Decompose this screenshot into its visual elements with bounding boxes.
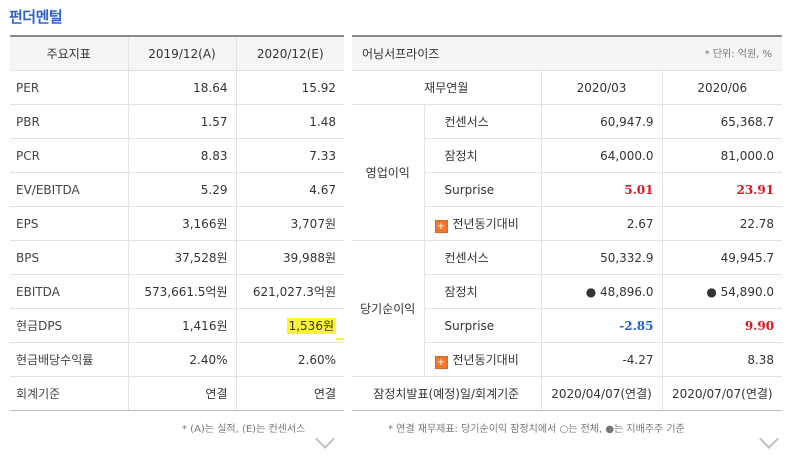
- surprise-value-2: 9.90: [662, 308, 783, 343]
- value-estimate: 7.33: [236, 138, 344, 173]
- table-row: EPS 3,166원 3,707원: [10, 206, 344, 241]
- value-estimate: 621,027.3억원: [236, 274, 344, 309]
- earnings-surprise-table: 어닝서프라이즈 * 단위: 억원, % 재무연월 2020/03 2020/06…: [352, 35, 783, 411]
- header-2019: 2019/12(A): [128, 36, 237, 71]
- value-actual: 1.57: [128, 104, 237, 139]
- group-net-income: 당기순이익: [352, 240, 425, 377]
- header-indicator: 주요지표: [10, 36, 129, 71]
- row-label: 전년동기대비: [452, 216, 519, 231]
- value-1: -4.27: [541, 342, 663, 377]
- table-row: 현금DPS 1,416원 1,536원: [10, 308, 345, 343]
- value-2: 81,000.0: [662, 138, 783, 173]
- release-date-2: 2020/07/07(연결): [662, 376, 783, 411]
- table-row: BPS 37,528원 39,988원: [10, 240, 344, 275]
- yoy-cell: + 전년동기대비: [424, 342, 542, 377]
- row-label: EPS: [10, 206, 129, 241]
- row-label: PBR: [10, 104, 129, 139]
- release-label: 잠정치발표(예정)일/회계기준: [352, 376, 542, 411]
- row-label: 컨센서스: [424, 104, 542, 139]
- plus-box-icon[interactable]: +: [434, 219, 448, 233]
- value-estimate: 3,707원: [236, 206, 344, 241]
- row-label: 회계기준: [10, 376, 129, 411]
- release-date-1: 2020/04/07(연결): [541, 376, 663, 411]
- period-2: 2020/06: [662, 70, 783, 105]
- row-label: Surprise: [424, 172, 542, 207]
- table-row: PCR 8.83 7.33: [10, 138, 344, 173]
- value-1: 50,332.9: [541, 240, 663, 275]
- row-label: 현금DPS: [10, 308, 129, 343]
- unit-note: * 단위: 억원, %: [704, 49, 773, 60]
- value-estimate: 15.92: [236, 70, 344, 105]
- value-actual: 8.83: [128, 138, 237, 173]
- value-actual: 5.29: [128, 172, 237, 207]
- value-actual: 573,661.5억원: [128, 274, 237, 309]
- section-title: 펀더멘털: [9, 8, 63, 26]
- table-row: 영업이익 컨센서스 60,947.9 65,368.7: [352, 104, 783, 241]
- table-row: EV/EBITDA 5.29 4.67: [10, 172, 344, 207]
- chevron-down-icon[interactable]: [759, 429, 779, 449]
- value-1: 64,000.0: [541, 138, 663, 173]
- period-1: 2020/03: [541, 70, 663, 105]
- earnings-header: 어닝서프라이즈 * 단위: 억원, %: [352, 36, 783, 71]
- row-label: Surprise: [424, 308, 542, 343]
- table-row: 당기순이익 컨센서스 50,332.9 49,945.7: [352, 240, 783, 377]
- row-label: BPS: [10, 240, 129, 275]
- table-row: 현금배당수익률 2.40% 2.60%: [10, 342, 344, 377]
- value-estimate: 39,988원: [236, 240, 344, 275]
- row-label: PER: [10, 70, 129, 105]
- fundamentals-table: 주요지표 2019/12(A) 2020/12(E) PER 18.64 15.92…: [10, 35, 345, 411]
- value-actual: 3,166원: [128, 206, 237, 241]
- col-label: 재무연월: [352, 70, 542, 105]
- table-row: PER 18.64 15.92: [10, 70, 344, 105]
- row-label: EBITDA: [10, 274, 129, 309]
- table-row: EBITDA 573,661.5억원 621,027.3억원: [10, 274, 344, 309]
- value-2: 49,945.7: [662, 240, 783, 275]
- row-label: 컨센서스: [424, 240, 542, 275]
- value-estimate: 1,536원: [286, 318, 336, 334]
- value-estimate: 연결: [236, 376, 344, 411]
- value-actual: 18.64: [128, 70, 237, 105]
- table-row: PBR 1.57 1.48: [10, 104, 344, 139]
- value-2: ● 54,890.0: [662, 274, 783, 309]
- row-label: 잠정치: [424, 138, 542, 173]
- value-2: 65,368.7: [662, 104, 783, 139]
- highlight-mark: 1,536원: [286, 317, 345, 340]
- row-label: 현금배당수익률: [10, 342, 129, 377]
- row-label: PCR: [10, 138, 129, 173]
- surprise-value-1: 5.01: [541, 172, 663, 207]
- value-estimate: 2.60%: [236, 342, 344, 377]
- value-actual: 2.40%: [128, 342, 237, 377]
- table-row: 잠정치발표(예정)일/회계기준 2020/04/07(연결) 2020/07/0…: [352, 376, 783, 411]
- chevron-down-icon[interactable]: [315, 429, 335, 449]
- value-1: 60,947.9: [541, 104, 663, 139]
- row-label: EV/EBITDA: [10, 172, 129, 207]
- value-1: 2.67: [541, 206, 663, 241]
- value-actual: 37,528원: [128, 240, 237, 275]
- table-row: 회계기준 연결 연결: [10, 376, 344, 411]
- yoy-cell: + 전년동기대비: [424, 206, 542, 241]
- group-operating-income: 영업이익: [352, 104, 425, 241]
- surprise-value-2: 23.91: [662, 172, 783, 207]
- value-actual: 1,416원: [128, 308, 237, 343]
- value-actual: 연결: [128, 376, 237, 411]
- earnings-title: 어닝서프라이즈: [362, 47, 440, 61]
- value-1: ● 48,896.0: [541, 274, 663, 309]
- value-estimate: 1.48: [236, 104, 344, 139]
- value-2: 8.38: [662, 342, 783, 377]
- row-label: 전년동기대비: [452, 352, 519, 367]
- header-2020: 2020/12(E): [236, 36, 344, 71]
- plus-box-icon[interactable]: +: [434, 355, 448, 369]
- value-estimate-cell: 1,536원: [236, 308, 345, 343]
- row-label: 잠정치: [424, 274, 542, 309]
- fundamentals-footnote: * (A)는 실적, (E)는 컨센서스: [182, 424, 306, 435]
- value-2: 22.78: [662, 206, 783, 241]
- value-estimate: 4.67: [236, 172, 344, 207]
- period-header-row: 재무연월 2020/03 2020/06: [352, 70, 783, 105]
- earnings-footnote: * 연결 재무제표: 당기순이익 잠정치에서 ○는 전체, ●는 지배주주 기준: [388, 424, 685, 435]
- surprise-value-1: -2.85: [541, 308, 663, 343]
